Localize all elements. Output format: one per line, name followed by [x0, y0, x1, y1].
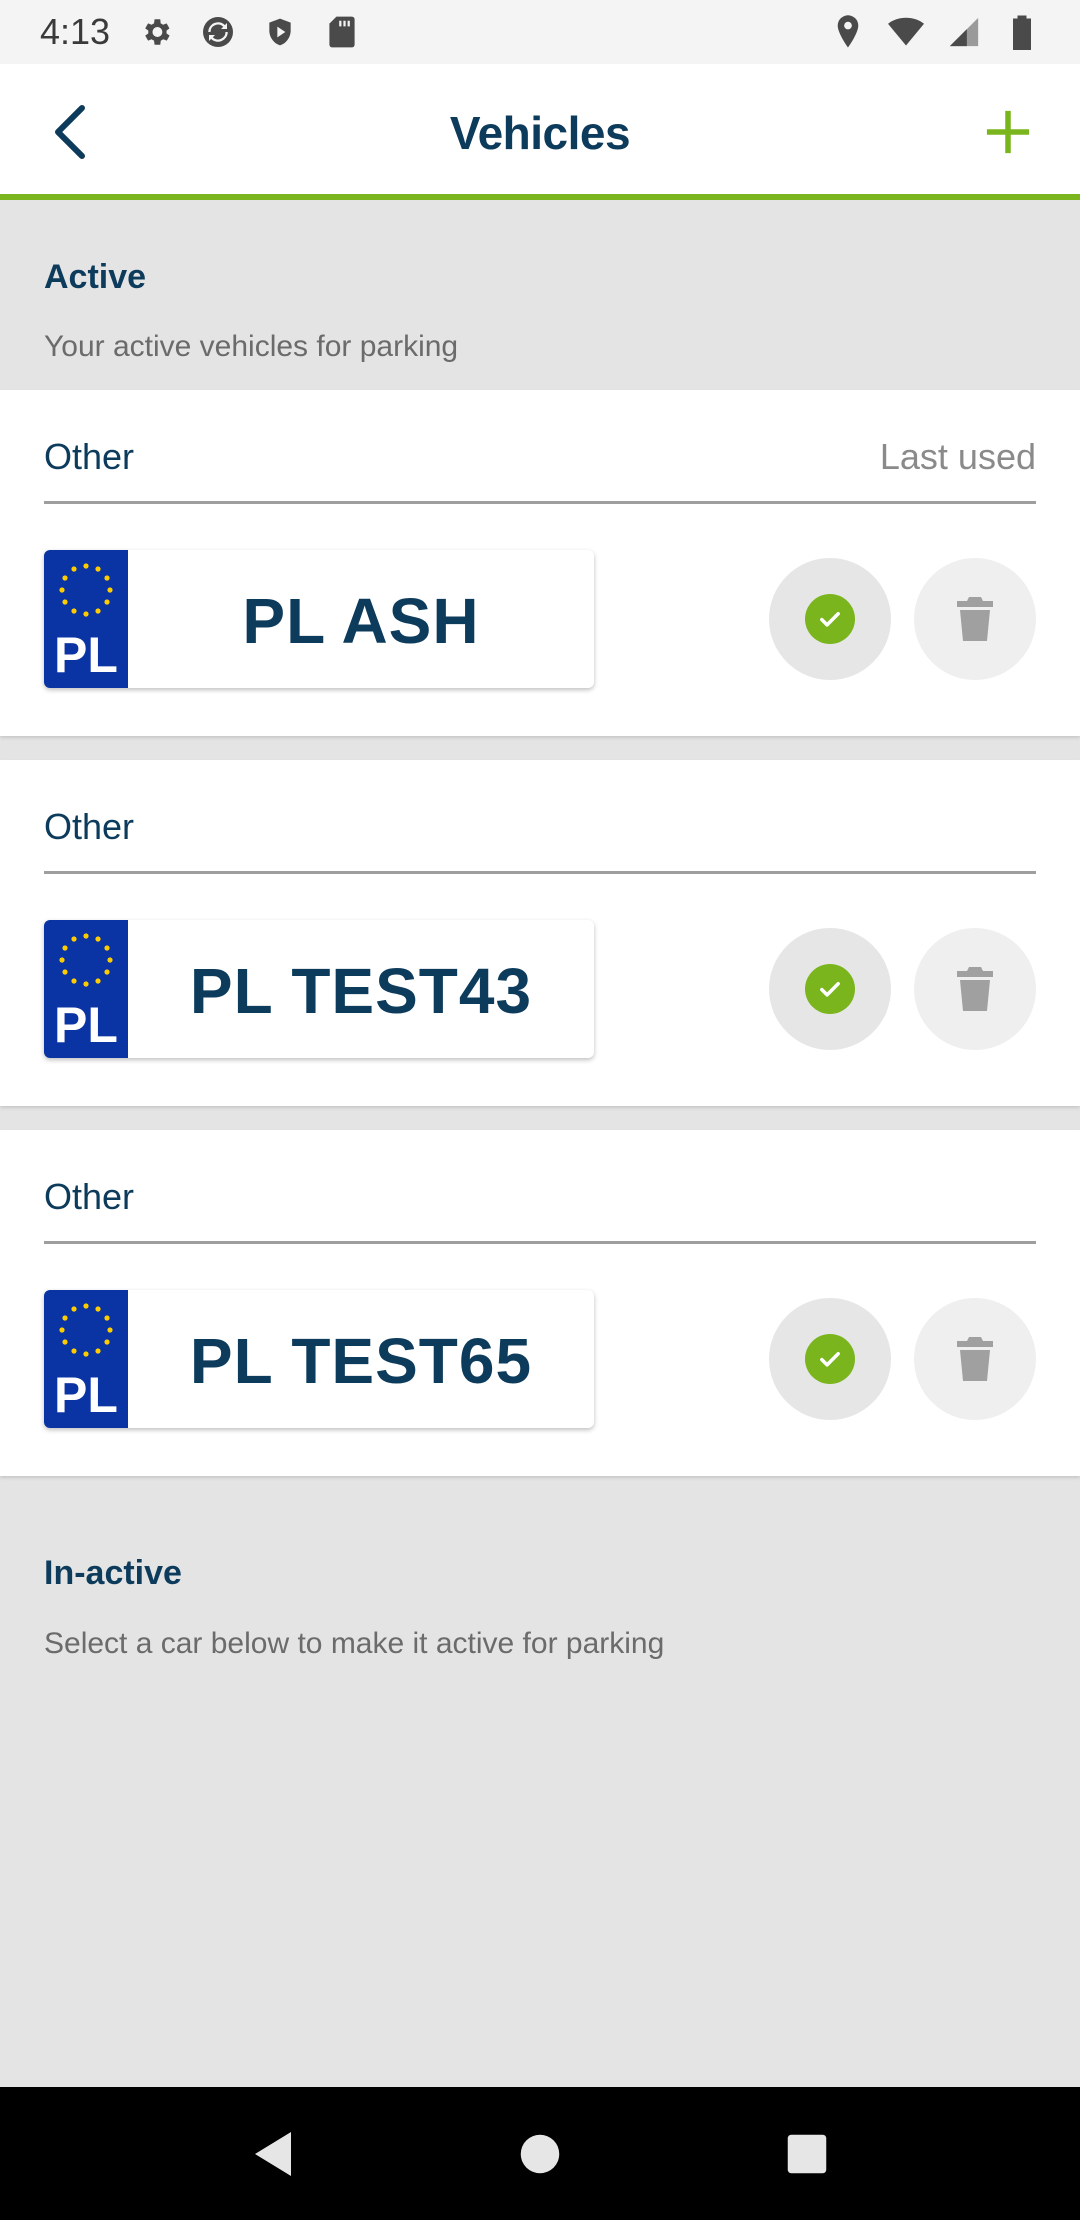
- plus-icon: [986, 110, 1030, 154]
- add-vehicle-button[interactable]: [976, 100, 1040, 164]
- activate-vehicle-button[interactable]: [769, 1298, 891, 1420]
- trash-icon: [957, 967, 993, 1011]
- home-circle-icon: [520, 2134, 560, 2173]
- settings-icon: [138, 14, 174, 50]
- sync-icon: [200, 14, 236, 50]
- wifi-icon: [888, 14, 924, 50]
- app-bar: Vehicles: [0, 64, 1080, 200]
- eu-stars-icon: [59, 563, 113, 617]
- status-bar: 4:13: [0, 0, 1080, 64]
- active-section-subtitle: Your active vehicles for parking: [44, 330, 459, 363]
- active-section-title: Active: [44, 258, 147, 296]
- plate-number: PL TEST43: [189, 955, 533, 1027]
- vehicle-card-header: Other: [44, 1130, 1036, 1244]
- vehicle-type-label: Other: [44, 1176, 135, 1217]
- plate-country-code: PL: [54, 1367, 118, 1423]
- location-icon: [830, 14, 866, 50]
- eu-flag-band: PL: [44, 1290, 128, 1428]
- eu-stars-icon: [59, 1303, 113, 1357]
- status-time: 4:13: [40, 11, 111, 52]
- license-plate[interactable]: PL PL TEST43: [44, 920, 594, 1058]
- nav-home-button[interactable]: [500, 2114, 580, 2194]
- trash-icon: [957, 597, 993, 641]
- activate-vehicle-button[interactable]: [769, 558, 891, 680]
- activate-vehicle-button[interactable]: [769, 928, 891, 1050]
- license-plate[interactable]: PL PL TEST65: [44, 1290, 594, 1428]
- recents-square-icon: [787, 2134, 826, 2173]
- inactive-section-title: In-active: [44, 1554, 182, 1592]
- eu-stars-icon: [59, 933, 113, 987]
- page-title: Vehicles: [449, 107, 631, 159]
- shield-icon: [262, 14, 298, 50]
- inactive-section-subtitle: Select a car below to make it active for…: [44, 1627, 665, 1660]
- vehicle-type-label: Other: [44, 436, 135, 477]
- plate-number: PL TEST65: [189, 1325, 533, 1397]
- delete-vehicle-button[interactable]: [914, 558, 1036, 680]
- check-icon: [805, 1334, 855, 1384]
- vehicle-card: Other PL PL TEST65: [0, 1130, 1080, 1476]
- back-triangle-icon: [255, 2131, 292, 2176]
- vehicle-card-header: Other Last used: [44, 390, 1036, 504]
- system-nav-bar: [0, 2087, 1080, 2220]
- license-plate[interactable]: PL PL ASH: [44, 550, 594, 688]
- trash-icon: [957, 1337, 993, 1381]
- delete-vehicle-button[interactable]: [914, 1298, 1036, 1420]
- plate-number: PL ASH: [242, 585, 480, 657]
- eu-flag-band: PL: [44, 920, 128, 1058]
- nav-back-button[interactable]: [233, 2114, 313, 2194]
- nav-recents-button[interactable]: [767, 2114, 847, 2194]
- sd-card-icon: [324, 14, 360, 50]
- delete-vehicle-button[interactable]: [914, 928, 1036, 1050]
- vehicle-type-label: Other: [44, 806, 135, 847]
- signal-icon: [946, 14, 982, 50]
- vehicle-card: Other Last used PL PL ASH: [0, 390, 1080, 736]
- vehicle-card-header: Other: [44, 760, 1036, 874]
- plate-country-code: PL: [54, 997, 118, 1053]
- last-used-label: Last used: [879, 436, 1036, 477]
- vehicle-card: Other PL PL TEST43: [0, 760, 1080, 1106]
- battery-icon: [1004, 14, 1040, 50]
- check-icon: [805, 594, 855, 644]
- check-icon: [805, 964, 855, 1014]
- plate-country-code: PL: [54, 627, 118, 683]
- eu-flag-band: PL: [44, 550, 128, 688]
